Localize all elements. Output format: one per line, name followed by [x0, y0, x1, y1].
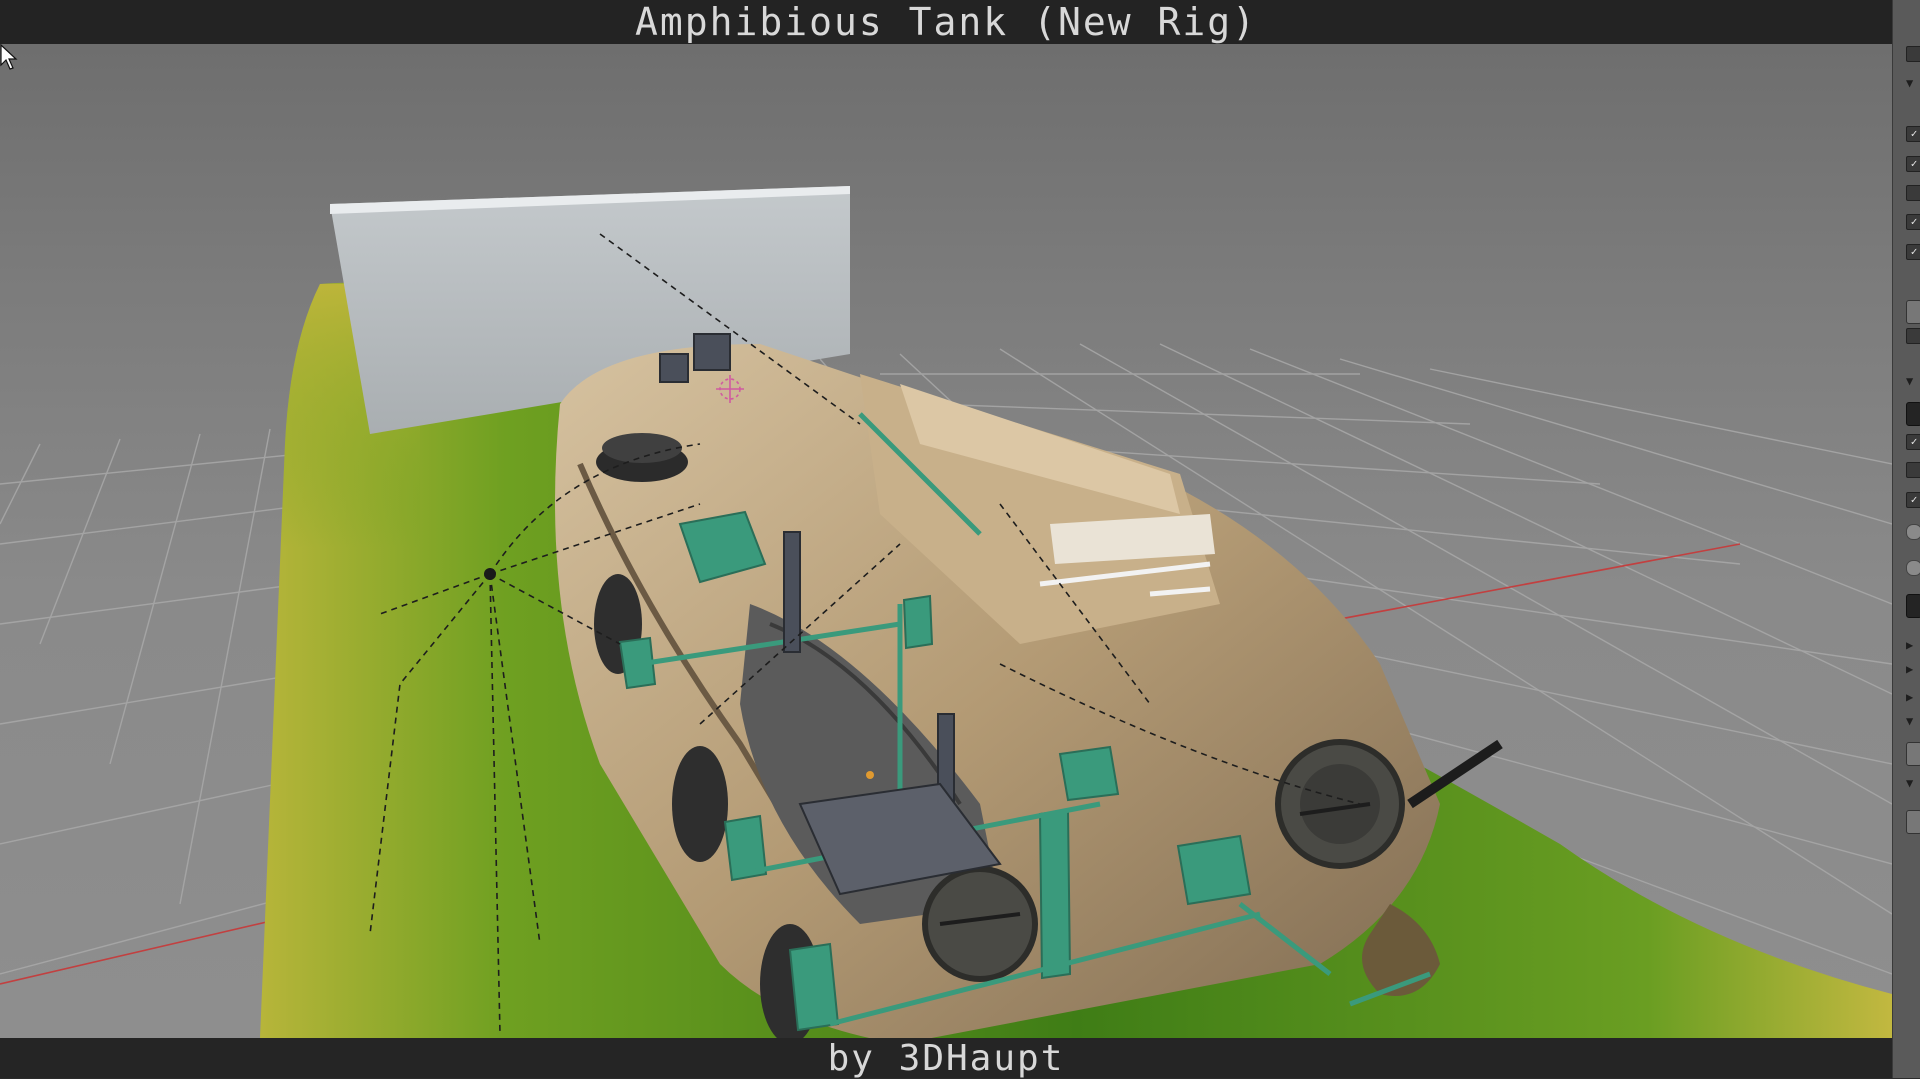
checkbox-toggle-2[interactable]: ✓: [1906, 126, 1920, 142]
field-5[interactable]: [1906, 810, 1920, 834]
field-4[interactable]: [1906, 742, 1920, 766]
triangle-down-icon[interactable]: ▼: [1906, 714, 1920, 728]
checkbox-toggle-8[interactable]: ✓: [1906, 434, 1920, 450]
checkbox-toggle-1[interactable]: [1906, 46, 1920, 62]
triangle-down-icon[interactable]: ▼: [1906, 76, 1920, 90]
triangle-down-icon[interactable]: ▼: [1906, 374, 1920, 388]
triangle-right-icon[interactable]: ▶: [1906, 662, 1920, 676]
video-title-bar: Amphibious Tank (New Rig): [0, 0, 1892, 44]
triangle-right-icon[interactable]: ▶: [1906, 638, 1920, 652]
mouse-cursor-icon: [0, 44, 18, 70]
field-3[interactable]: [1906, 594, 1920, 618]
checkbox-toggle-7[interactable]: [1906, 328, 1920, 344]
checkbox-toggle-4[interactable]: [1906, 185, 1920, 201]
video-footer-bar: by 3DHaupt: [0, 1037, 1892, 1079]
triangle-right-icon[interactable]: ▶: [1906, 690, 1920, 704]
field-2[interactable]: [1906, 402, 1920, 426]
triangle-down-icon[interactable]: ▼: [1906, 776, 1920, 790]
radio-1[interactable]: [1906, 524, 1920, 540]
scene-canvas[interactable]: [0, 44, 1892, 1038]
properties-side-panel[interactable]: ▼ ✓ ✓ ✓ ✓ ▼ ✓ ✓ ▶ ▶ ▶ ▼ ▼: [1892, 0, 1920, 1078]
checkbox-toggle-5[interactable]: ✓: [1906, 214, 1920, 230]
checkbox-toggle-3[interactable]: ✓: [1906, 156, 1920, 172]
radio-2[interactable]: [1906, 560, 1920, 576]
rig-origin-point[interactable]: [484, 568, 496, 580]
checkbox-toggle-6[interactable]: ✓: [1906, 244, 1920, 260]
3d-viewport[interactable]: [0, 44, 1892, 1038]
field-1[interactable]: [1906, 300, 1920, 324]
checkbox-toggle-10[interactable]: ✓: [1906, 492, 1920, 508]
video-credit: by 3DHaupt: [827, 1037, 1065, 1079]
object-origin-dot: [866, 771, 874, 779]
video-title: Amphibious Tank (New Rig): [635, 0, 1257, 44]
checkbox-toggle-9[interactable]: [1906, 462, 1920, 478]
